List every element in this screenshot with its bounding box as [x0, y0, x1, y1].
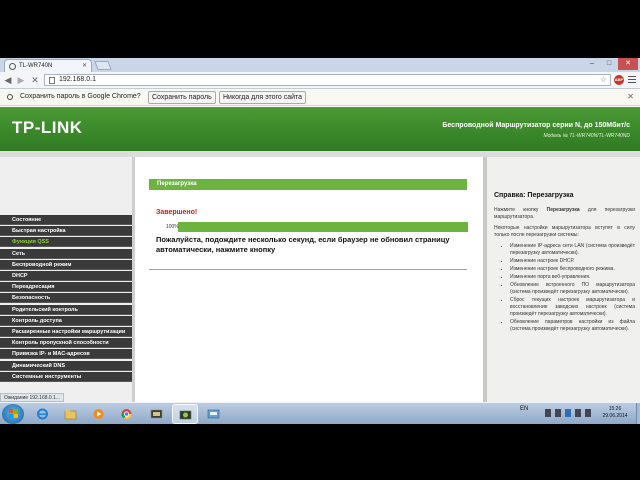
taskbar: EN 15:26 29.06.2014	[0, 402, 640, 424]
taskbar-explorer[interactable]	[58, 404, 84, 424]
content-divider	[149, 269, 467, 270]
taskbar-media-player[interactable]	[86, 404, 112, 424]
sidebar-item[interactable]: Состояние	[0, 215, 132, 225]
router-header: TP-LINK Беспроводной Маршрутизатор серии…	[0, 107, 640, 151]
sidebar-item[interactable]: Функция QSS	[0, 237, 132, 248]
key-icon	[7, 94, 13, 100]
flag-tray-icon[interactable]	[565, 409, 571, 417]
taskbar-app-3[interactable]	[201, 404, 227, 424]
taskbar-chrome[interactable]	[114, 404, 140, 424]
sidebar-item[interactable]: Динамический DNS	[0, 360, 132, 371]
router-model: Модель № TL-WR740N/TL-WR740ND	[543, 133, 630, 139]
media-player-icon	[93, 409, 104, 419]
help-list-item: Изменение порта веб-управления.	[510, 274, 635, 281]
help-panel: Справка: Перезагрузка Нажмите кнопку Пер…	[487, 157, 640, 424]
reboot-progress-bar	[156, 222, 468, 232]
adblock-icon[interactable]: ABP	[614, 75, 624, 85]
screen-icon	[207, 409, 220, 419]
windows-logo-icon	[9, 409, 18, 418]
address-bar[interactable]: 192.168.0.1 ☆	[44, 74, 611, 86]
screen: TL-WR740N ✕ – □ ✕ ◀ ▶ ✕ 192.168.0.1 ☆ AB…	[0, 58, 640, 424]
chrome-icon	[121, 409, 132, 419]
help-intro-bold: Перезагрузка	[546, 207, 580, 213]
tab-title: TL-WR740N	[19, 63, 53, 69]
wait-message: Пожалуйста, подождите несколько секунд, …	[156, 235, 450, 254]
browser-toolbar: ◀ ▶ ✕ 192.168.0.1 ☆ ABP	[0, 72, 640, 89]
router-title: Беспроводной Маршрутизатор серии N, до 1…	[442, 122, 630, 129]
taskbar-ie[interactable]	[30, 404, 56, 424]
recorder-icon	[179, 410, 192, 420]
show-desktop-button[interactable]	[636, 403, 640, 424]
taskbar-app-1[interactable]	[144, 404, 170, 424]
help-paragraph: Некоторые настройки маршрутизатора вступ…	[494, 225, 635, 238]
network-icon[interactable]	[575, 409, 581, 417]
help-intro: Нажмите кнопку Перезагрузка для перезагр…	[494, 207, 635, 221]
clock[interactable]: 15:26 29.06.2014	[595, 406, 635, 420]
save-password-button[interactable]: Сохранить пароль	[148, 91, 216, 104]
sidebar-item[interactable]: DHCP	[0, 271, 132, 281]
help-body: Нажмите кнопку Перезагрузка для перезагр…	[494, 207, 635, 334]
menu-icon[interactable]	[628, 76, 636, 84]
browser-tab[interactable]: TL-WR740N ✕	[4, 59, 92, 72]
taskbar-app-2[interactable]	[172, 404, 198, 424]
bookmark-star-icon[interactable]: ☆	[600, 75, 607, 84]
help-list-item: Обновление встроенного ПО маршрутизатора…	[510, 282, 635, 296]
tab-close-icon[interactable]: ✕	[82, 62, 87, 69]
tplink-logo: TP-LINK	[12, 118, 83, 137]
minimize-button[interactable]: –	[584, 58, 600, 70]
clock-time: 15:26	[608, 406, 622, 412]
tray-icon[interactable]	[555, 409, 561, 417]
language-indicator[interactable]: EN	[520, 406, 528, 412]
volume-icon[interactable]	[585, 409, 591, 417]
internet-explorer-icon	[37, 408, 48, 420]
sidebar-item[interactable]: Переадресация	[0, 282, 132, 293]
new-tab-button[interactable]	[94, 61, 112, 70]
forward-button[interactable]: ▶	[16, 75, 26, 85]
router-page: TP-LINK Беспроводной Маршрутизатор серии…	[0, 107, 640, 424]
address-text: 192.168.0.1	[59, 76, 96, 83]
sidebar-item[interactable]: Беспроводной режим	[0, 259, 132, 270]
sidebar-item[interactable]: Расширенные настройки маршрутизации	[0, 327, 132, 337]
help-list-item: Изменение настроек DHCP.	[510, 258, 635, 265]
help-list-item: Сброс текущих настроек маршрутизатора и …	[510, 297, 635, 318]
sidebar-item[interactable]: Контроль доступа	[0, 315, 132, 326]
sidebar-item[interactable]: Родительский контроль	[0, 304, 132, 315]
status-bubble: Ожидание 192.168.0.1...	[0, 393, 65, 402]
maximize-button[interactable]: □	[601, 58, 617, 70]
sidebar-item[interactable]: Быстрая настройка	[0, 226, 132, 237]
help-title: Справка: Перезагрузка	[494, 192, 574, 199]
sidebar-item[interactable]: Привязка IP- и MAC-адресов	[0, 349, 132, 360]
clock-date: 29.06.2014	[602, 413, 628, 419]
sidebar-item[interactable]: Системные инструменты	[0, 371, 132, 382]
sidebar-item[interactable]: Сеть	[0, 248, 132, 259]
folder-icon	[64, 409, 77, 420]
tab-strip: TL-WR740N ✕ – □ ✕	[0, 58, 640, 72]
back-button[interactable]: ◀	[3, 75, 13, 85]
help-intro-prefix: Нажмите кнопку	[494, 207, 547, 213]
help-list: Изменение IP-адреса сети LAN (система пр…	[510, 243, 635, 333]
infobar-text: Сохранить пароль в Google Chrome?	[20, 93, 141, 100]
help-list-item: Обновление параметров настройки из файла…	[510, 319, 635, 333]
loading-icon	[9, 63, 16, 70]
never-save-button[interactable]: Никогда для этого сайта	[219, 91, 307, 104]
progress-label: 100%	[166, 224, 179, 230]
stop-button[interactable]: ✕	[30, 75, 40, 85]
done-message: Завершено!	[156, 209, 198, 216]
page-icon	[49, 77, 55, 84]
section-title: Перезагрузка	[149, 179, 467, 190]
sidebar-item[interactable]: Безопасность	[0, 293, 132, 304]
app-icon	[150, 409, 163, 419]
main-content: Перезагрузка Завершено! 100% Пожалуйста,…	[135, 157, 483, 424]
save-password-infobar: Сохранить пароль в Google Chrome? Сохран…	[0, 89, 640, 106]
help-list-item: Изменение настроек беспроводного режима.	[510, 266, 635, 273]
infobar-close-icon[interactable]: ✕	[627, 92, 634, 101]
help-list-item: Изменение IP-адреса сети LAN (система пр…	[510, 243, 635, 257]
start-button[interactable]	[2, 404, 24, 424]
close-window-button[interactable]: ✕	[618, 58, 638, 70]
sidebar-item[interactable]: Контроль пропускной способности	[0, 338, 132, 349]
tray-arrow-icon[interactable]	[545, 409, 551, 417]
